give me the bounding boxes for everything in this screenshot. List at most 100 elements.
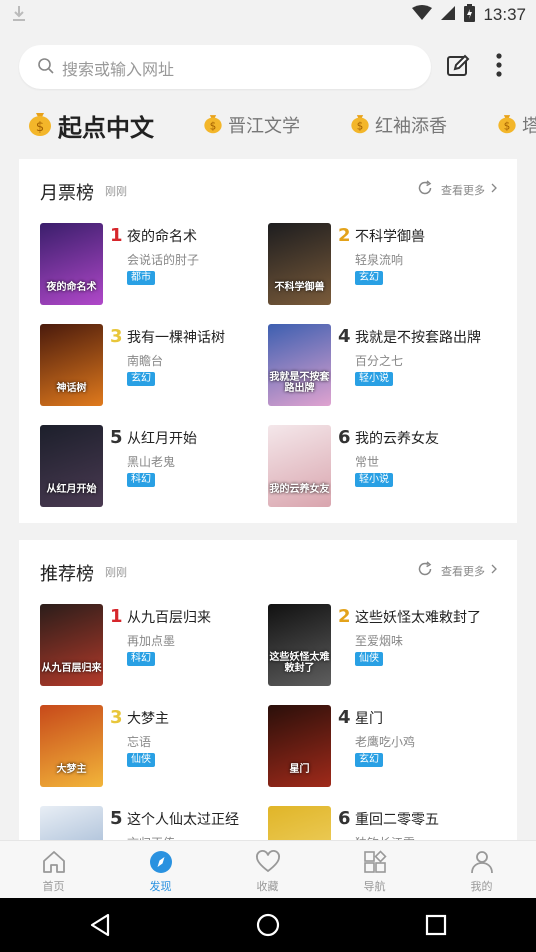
book-cover[interactable]: 不科学御兽 <box>268 223 331 305</box>
book-title[interactable]: 从九百层归来 <box>127 607 211 627</box>
book-item[interactable]: 这些妖怪太难敕封了 2 这些妖怪太难敕封了 至爱烟味 仙侠 <box>268 604 496 686</box>
nav-label: 首页 <box>42 880 65 893</box>
book-item[interactable]: 神话树 3 我有一棵神话树 南瞻台 玄幻 <box>40 324 268 406</box>
book-author: 百分之七 <box>355 354 404 368</box>
tab-ta[interactable]: $ 塔 <box>496 100 536 150</box>
signal-icon <box>440 5 456 25</box>
book-item[interactable]: 从九百层归来 1 从九百层归来 再加点墨 科幻 <box>40 604 268 686</box>
genre-tag: 科幻 <box>127 652 155 666</box>
chevron-right-icon <box>491 183 497 196</box>
rank-number: 3 <box>110 326 123 347</box>
book-item[interactable]: 不科学御兽 2 不科学御兽 轻泉流响 玄幻 <box>268 223 496 305</box>
book-author: 忘语 <box>127 735 152 749</box>
recommend-ranking-card: 推荐榜 刚刚 查看更多 从九百层归来 1 从九百层归来 再加点墨 科幻 这些妖怪太难敕封了… <box>19 540 517 888</box>
book-title[interactable]: 这些妖怪太难敕封了 <box>355 607 481 627</box>
book-cover[interactable]: 星门 <box>268 705 331 787</box>
rank-number: 1 <box>110 606 123 627</box>
home-icon <box>41 849 67 879</box>
tab-hongxiu[interactable]: $ 红袖添香 <box>349 100 447 150</box>
home-circle-icon[interactable] <box>255 912 281 942</box>
card-updated: 刚刚 <box>105 566 127 579</box>
tab-label: 红袖添香 <box>375 116 447 137</box>
nav-home[interactable]: 首页 <box>0 841 107 899</box>
tab-label: 晋江文学 <box>228 116 300 137</box>
book-author: 常世 <box>355 455 380 469</box>
rank-number: 4 <box>338 707 351 728</box>
tab-jinjiang[interactable]: $ 晋江文学 <box>202 100 300 150</box>
book-title[interactable]: 夜的命名术 <box>127 226 197 246</box>
book-author: 南瞻台 <box>127 354 164 368</box>
card-updated: 刚刚 <box>105 185 127 198</box>
book-title[interactable]: 我有一棵神话树 <box>127 327 225 347</box>
book-cover[interactable]: 我就是不按套路出牌 <box>268 324 331 406</box>
genre-tag: 科幻 <box>127 473 155 487</box>
monthly-ranking-card: 月票榜 刚刚 查看更多 夜的命名术 1 夜的命名术 会说话的肘子 都市 不科学御兽 2 不科学… <box>19 159 517 523</box>
svg-text:$: $ <box>504 121 511 132</box>
search-input[interactable]: 搜索或输入网址 <box>19 45 431 89</box>
status-time: 13:37 <box>483 5 526 24</box>
book-title[interactable]: 大梦主 <box>127 708 169 728</box>
edit-button[interactable] <box>446 54 470 82</box>
card-header: 推荐榜 刚刚 查看更多 <box>19 540 517 602</box>
book-title[interactable]: 这个人仙太过正经 <box>127 809 239 829</box>
card-title: 推荐榜 <box>40 564 94 585</box>
rank-number: 5 <box>110 808 123 829</box>
nav-profile[interactable]: 我的 <box>428 841 535 899</box>
see-more-link[interactable]: 查看更多 <box>417 561 497 580</box>
book-item[interactable]: 我就是不按套路出牌 4 我就是不按套路出牌 百分之七 轻小说 <box>268 324 496 406</box>
cover-title: 我的云养女友 <box>269 484 330 495</box>
nav-label: 收藏 <box>256 880 279 893</box>
cover-title: 夜的命名术 <box>46 282 97 293</box>
system-nav-bar <box>0 898 536 952</box>
svg-text:$: $ <box>357 121 364 132</box>
tab-label: 塔 <box>522 116 536 137</box>
nav-label: 我的 <box>470 880 493 893</box>
card-title: 月票榜 <box>40 183 94 204</box>
book-item[interactable]: 大梦主 3 大梦主 忘语 仙侠 <box>40 705 268 787</box>
person-icon <box>469 849 495 879</box>
rank-number: 2 <box>338 606 351 627</box>
book-title[interactable]: 从红月开始 <box>127 428 197 448</box>
cover-title: 大梦主 <box>56 764 87 775</box>
book-title[interactable]: 不科学御兽 <box>355 226 425 246</box>
more-menu-button[interactable] <box>494 52 504 82</box>
nav-label: 导航 <box>363 880 386 893</box>
book-title[interactable]: 我就是不按套路出牌 <box>355 327 481 347</box>
book-cover[interactable]: 我的云养女友 <box>268 425 331 507</box>
cover-title: 星门 <box>289 764 310 775</box>
book-item[interactable]: 我的云养女友 6 我的云养女友 常世 轻小说 <box>268 425 496 507</box>
book-cover[interactable]: 神话树 <box>40 324 103 406</box>
book-title[interactable]: 重回二零零五 <box>355 809 439 829</box>
book-cover[interactable]: 从九百层归来 <box>40 604 103 686</box>
svg-text:$: $ <box>36 120 44 135</box>
book-item[interactable]: 夜的命名术 1 夜的命名术 会说话的肘子 都市 <box>40 223 268 305</box>
recents-icon[interactable] <box>423 912 449 942</box>
book-title[interactable]: 我的云养女友 <box>355 428 439 448</box>
book-cover[interactable]: 大梦主 <box>40 705 103 787</box>
genre-tag: 仙侠 <box>355 652 383 666</box>
rank-number: 4 <box>338 326 351 347</box>
book-title[interactable]: 星门 <box>355 708 383 728</box>
book-author: 会说话的肘子 <box>127 253 200 267</box>
card-header: 月票榜 刚刚 查看更多 <box>19 159 517 221</box>
nav-navigation[interactable]: 导航 <box>321 841 428 899</box>
nav-discover[interactable]: 发现 <box>107 841 214 899</box>
refresh-icon[interactable] <box>417 180 433 199</box>
tab-qidian[interactable]: $ 起点中文 <box>26 100 154 150</box>
source-tabs: $ 起点中文 $ 晋江文学 $ 红袖添香 $ 塔 <box>0 100 536 150</box>
nav-favorites[interactable]: 收藏 <box>214 841 321 899</box>
book-cover[interactable]: 这些妖怪太难敕封了 <box>268 604 331 686</box>
book-item[interactable]: 从红月开始 5 从红月开始 黑山老鬼 科幻 <box>40 425 268 507</box>
see-more-link[interactable]: 查看更多 <box>417 180 497 199</box>
book-item[interactable]: 星门 4 星门 老鹰吃小鸡 玄幻 <box>268 705 496 787</box>
heart-icon <box>255 849 281 879</box>
back-icon[interactable] <box>88 912 114 942</box>
refresh-icon[interactable] <box>417 561 433 580</box>
book-cover[interactable]: 夜的命名术 <box>40 223 103 305</box>
rank-number: 2 <box>338 225 351 246</box>
book-cover[interactable]: 从红月开始 <box>40 425 103 507</box>
rank-number: 6 <box>338 427 351 448</box>
rank-number: 1 <box>110 225 123 246</box>
book-author: 轻泉流响 <box>355 253 404 267</box>
bottom-nav: 首页 发现 收藏 导航 我的 <box>0 840 536 898</box>
